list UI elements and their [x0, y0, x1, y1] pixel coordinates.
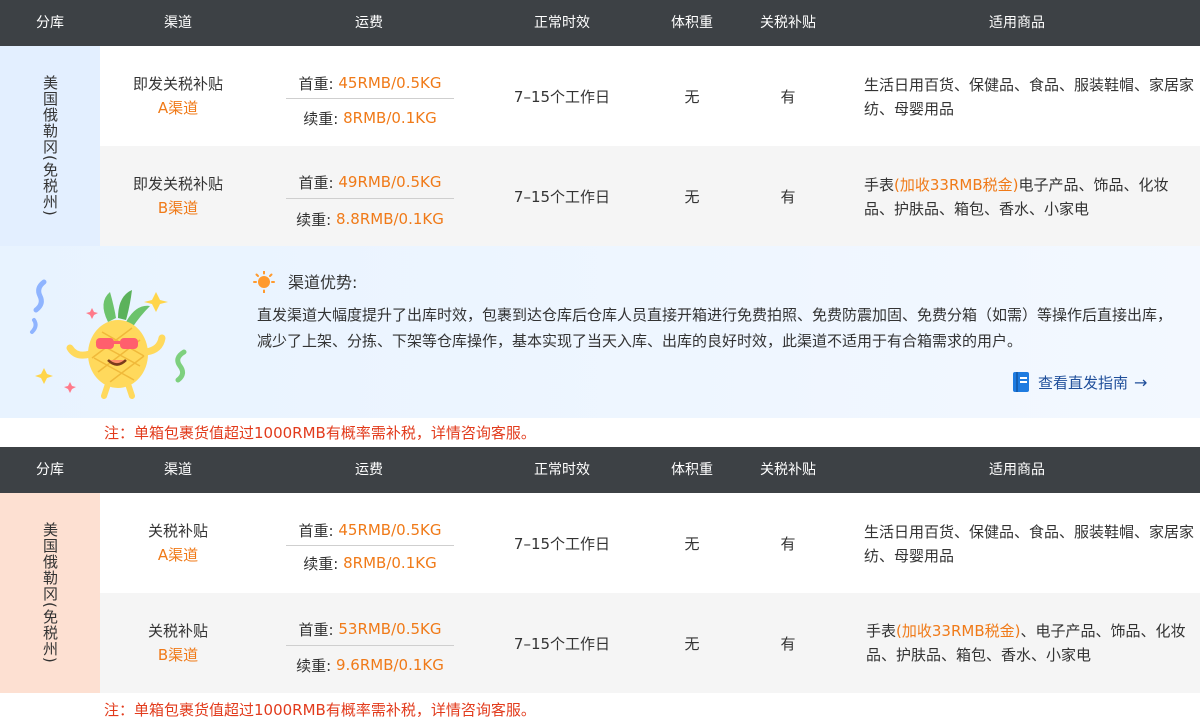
freight-cell: 首重: 45RMB/0.5KG 续重: 8RMB/0.1KG: [286, 46, 454, 146]
warehouse-cell-2: 美国俄勒冈(免税州): [0, 493, 100, 693]
volume-cell: 无: [684, 187, 700, 206]
channel-name: 即发关税补贴: [132, 75, 223, 93]
book-icon: [1013, 372, 1029, 392]
header-subsidy: 关税补贴: [760, 15, 816, 31]
tax-note: 注：单箱包裹货值超过1000RMB有概率需补税，详情咨询客服。: [104, 701, 536, 719]
tax-note: 注：单箱包裹货值超过1000RMB有概率需补税，详情咨询客服。: [104, 424, 536, 442]
volume-cell: 无: [684, 87, 700, 106]
goods-text: 手表: [866, 622, 897, 640]
advantage-description: 直发渠道大幅度提升了出库时效，包裹到达仓库后仓库人员直接开箱进行免费拍照、免费防…: [257, 306, 1173, 350]
header-goods: 适用商品: [989, 15, 1045, 31]
volume-cell: 无: [684, 634, 700, 653]
add-weight-line: 续重: 8RMB/0.1KG: [286, 101, 454, 135]
first-weight-price: 49RMB/0.5KG: [338, 173, 442, 191]
warehouse-cell-1: 美国俄勒冈(免税州): [0, 46, 100, 246]
add-weight-price: 8.8RMB/0.1KG: [335, 210, 444, 228]
volume-cell: 无: [684, 534, 700, 553]
subsidy-cell: 有: [780, 87, 796, 106]
time-cell: 7–15个工作日: [513, 634, 611, 653]
add-weight-label: 续重:: [303, 554, 339, 573]
goods-cell: 生活日用百货、保健品、食品、服装鞋帽、家居家纺、母婴用品: [864, 73, 1194, 121]
freight-divider: [286, 645, 454, 646]
add-weight-line: 续重: 8.8RMB/0.1KG: [286, 202, 454, 236]
pineapple-mascot: [30, 279, 187, 399]
channel-code: A渠道: [157, 546, 199, 564]
goods-tax-note: (加收33RMB税金): [894, 176, 1019, 194]
warehouse-name: 美国俄勒冈(免税州): [41, 522, 59, 664]
first-weight-price: 45RMB/0.5KG: [338, 74, 442, 92]
goods-tax-note: (加收33RMB税金): [896, 622, 1021, 640]
freight-divider: [286, 198, 454, 199]
channel-cell: 即发关税补贴 A渠道: [100, 46, 256, 146]
channel-name: 关税补贴: [147, 522, 208, 540]
first-weight-label: 首重:: [298, 620, 334, 639]
header-time: 正常时效: [534, 15, 590, 31]
freight-divider: [286, 98, 454, 99]
header-subsidy: 关税补贴: [760, 462, 816, 478]
header-goods: 适用商品: [989, 462, 1045, 478]
first-weight-label: 首重:: [298, 74, 334, 93]
freight-cell: 首重: 45RMB/0.5KG 续重: 8RMB/0.1KG: [286, 493, 454, 593]
goods-text: 生活日用百货、保健品、食品、服装鞋帽、家居家纺、母婴用品: [864, 523, 1195, 565]
channel-name: 即发关税补贴: [132, 175, 223, 193]
goods-cell: 手表(加收33RMB税金)、电子产品、饰品、化妆品、护肤品、箱包、香水、小家电: [866, 619, 1196, 667]
subsidy-cell: 有: [780, 187, 796, 206]
warehouse-name: 美国俄勒冈(免税州): [41, 75, 59, 217]
add-weight-price: 8RMB/0.1KG: [343, 554, 437, 572]
add-weight-price: 8RMB/0.1KG: [343, 109, 437, 127]
add-weight-label: 续重:: [303, 109, 339, 128]
direct-guide-link[interactable]: 查看直发指南 →: [1012, 370, 1147, 394]
first-weight-label: 首重:: [298, 521, 334, 540]
guide-label: 查看直发指南: [1038, 373, 1129, 392]
first-weight-label: 首重:: [298, 173, 334, 192]
time-cell: 7–15个工作日: [513, 534, 611, 553]
freight-cell: 首重: 53RMB/0.5KG 续重: 9.6RMB/0.1KG: [286, 593, 454, 693]
add-weight-line: 续重: 8RMB/0.1KG: [286, 546, 454, 580]
first-weight-line: 首重: 53RMB/0.5KG: [286, 612, 454, 646]
channel-cell: 即发关税补贴 B渠道: [100, 146, 256, 246]
sun-icon: [253, 271, 275, 293]
add-weight-label: 续重:: [296, 656, 332, 675]
header-channel: 渠道: [164, 15, 192, 31]
add-weight-line: 续重: 9.6RMB/0.1KG: [286, 648, 454, 682]
first-weight-line: 首重: 49RMB/0.5KG: [286, 165, 454, 199]
header-freight: 运费: [355, 462, 383, 478]
channel-cell: 关税补贴 A渠道: [100, 493, 256, 593]
header-volume: 体积重: [671, 462, 713, 478]
header-channel: 渠道: [164, 462, 192, 478]
table-header-2: 分库 渠道 运费 正常时效 体积重 关税补贴 适用商品: [0, 447, 1200, 493]
channel-code: B渠道: [157, 199, 199, 217]
channel-cell: 关税补贴 B渠道: [100, 593, 256, 693]
channel-advantage-panel: 渠道优势: 直发渠道大幅度提升了出库时效，包裹到达仓库后仓库人员直接开箱进行免费…: [0, 246, 1200, 418]
channel-name: 关税补贴: [147, 622, 208, 640]
first-weight-price: 45RMB/0.5KG: [338, 521, 442, 539]
first-weight-line: 首重: 45RMB/0.5KG: [286, 513, 454, 547]
advantage-title: 渠道优势:: [288, 273, 358, 292]
header-time: 正常时效: [534, 462, 590, 478]
freight-cell: 首重: 49RMB/0.5KG 续重: 8.8RMB/0.1KG: [286, 146, 454, 246]
first-weight-line: 首重: 45RMB/0.5KG: [286, 66, 454, 100]
header-volume: 体积重: [671, 15, 713, 31]
subsidy-cell: 有: [780, 634, 796, 653]
add-weight-price: 9.6RMB/0.1KG: [335, 656, 444, 674]
channel-code: A渠道: [157, 99, 199, 117]
goods-cell: 手表(加收33RMB税金)电子产品、饰品、化妆品、护肤品、箱包、香水、小家电: [864, 173, 1194, 221]
goods-text: 生活日用百货、保健品、食品、服装鞋帽、家居家纺、母婴用品: [864, 76, 1195, 118]
channel-code: B渠道: [157, 646, 199, 664]
subsidy-cell: 有: [780, 534, 796, 553]
header-warehouse: 分库: [36, 462, 64, 478]
time-cell: 7–15个工作日: [513, 87, 611, 106]
time-cell: 7–15个工作日: [513, 187, 611, 206]
header-freight: 运费: [355, 15, 383, 31]
goods-cell: 生活日用百货、保健品、食品、服装鞋帽、家居家纺、母婴用品: [864, 520, 1194, 568]
goods-text: 手表: [864, 176, 895, 194]
add-weight-label: 续重:: [296, 210, 332, 229]
first-weight-price: 53RMB/0.5KG: [338, 620, 442, 638]
table-header-1: 分库 渠道 运费 正常时效 体积重 关税补贴 适用商品: [0, 0, 1200, 46]
header-warehouse: 分库: [36, 15, 64, 31]
arrow-right-icon: →: [1134, 372, 1148, 392]
